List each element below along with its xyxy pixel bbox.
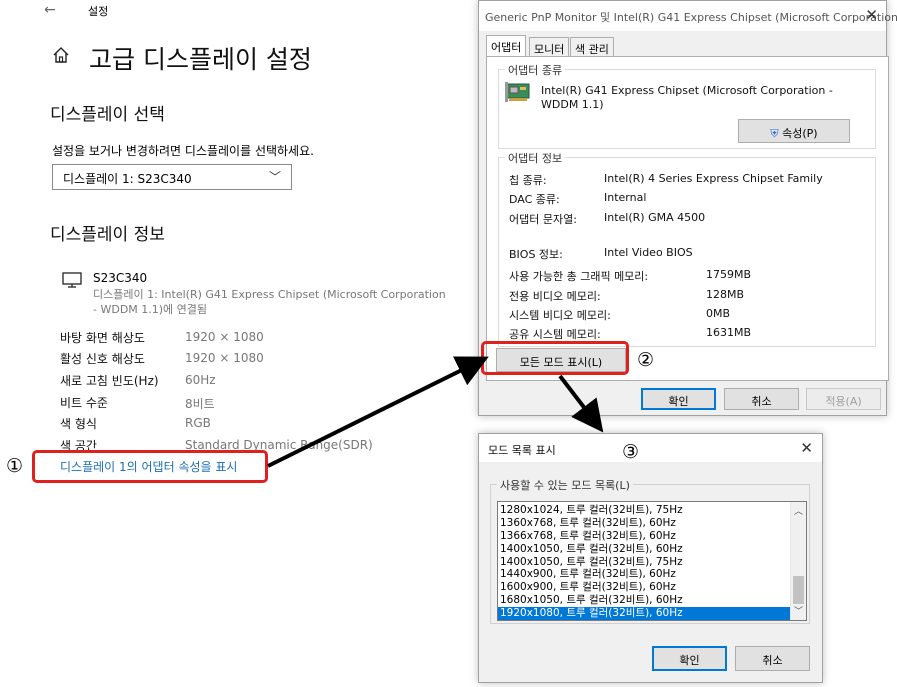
annotation-arrows — [267, 356, 604, 468]
arrow-1-to-2 — [267, 356, 489, 468]
arrow-2-to-3 — [558, 374, 604, 433]
